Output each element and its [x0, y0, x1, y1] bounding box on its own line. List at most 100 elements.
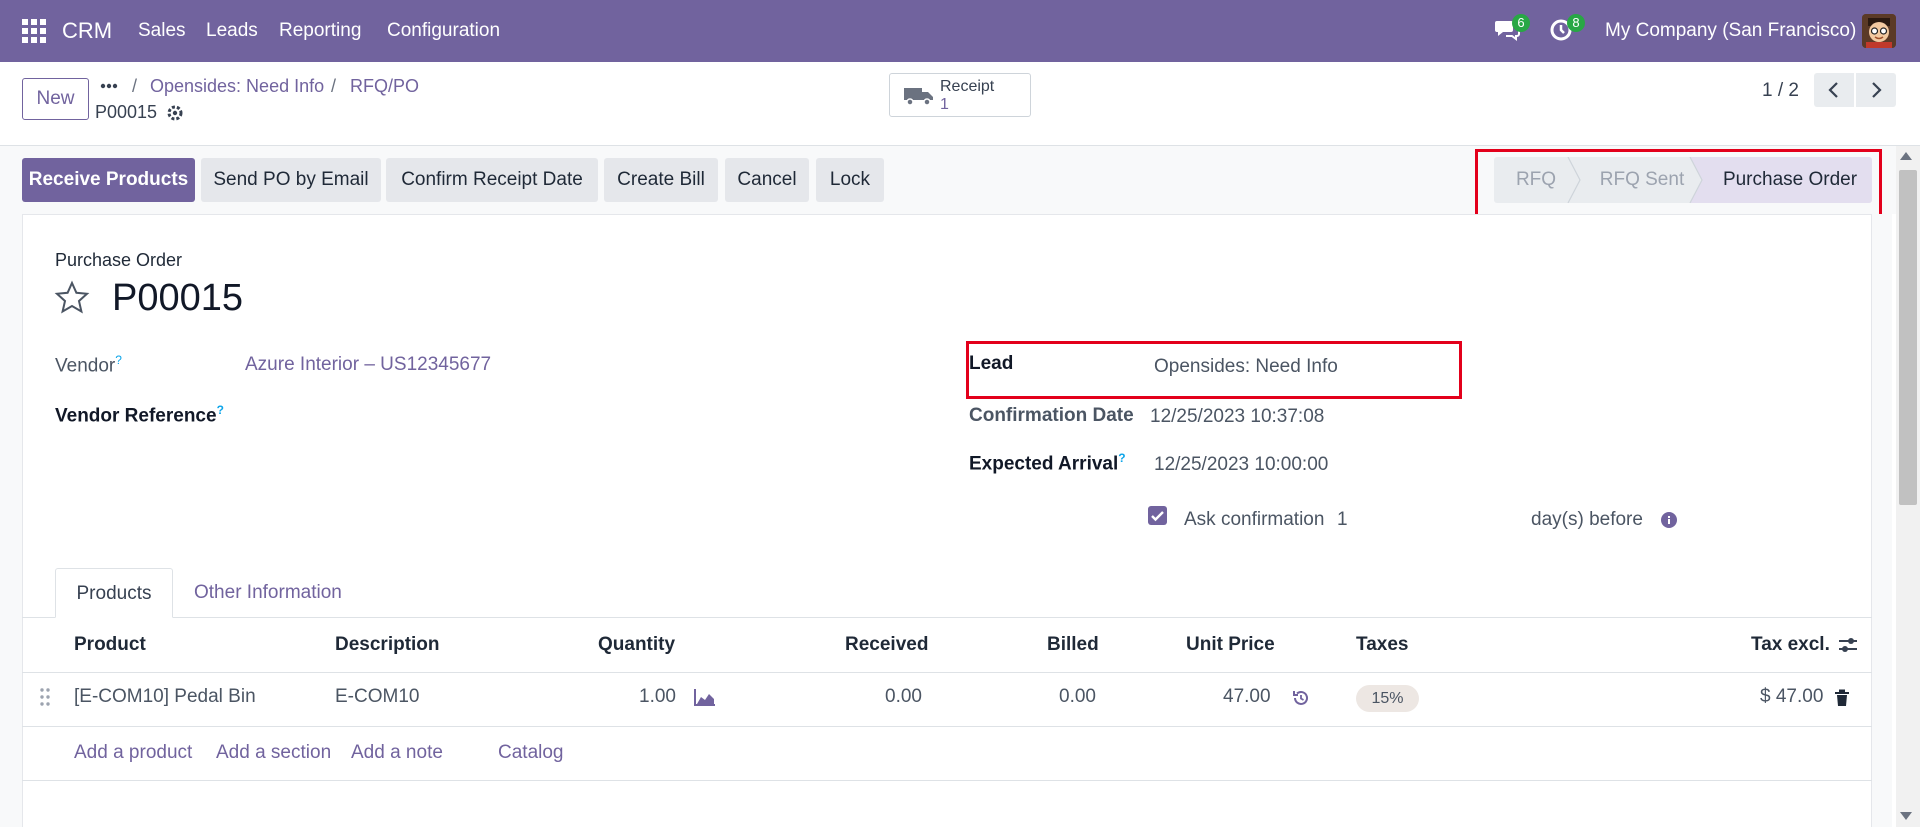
- status-highlight-box: [1475, 149, 1882, 217]
- tax-tag[interactable]: 15%: [1356, 685, 1419, 712]
- cell-billed[interactable]: 0.00: [1059, 686, 1096, 708]
- gear-icon: [167, 105, 183, 121]
- user-avatar-icon: [1862, 14, 1896, 48]
- pager-previous-button[interactable]: [1814, 73, 1854, 107]
- confirmation-date-label: Confirmation Date: [969, 405, 1134, 426]
- new-button[interactable]: New: [22, 78, 89, 120]
- row-drag-handle[interactable]: [39, 687, 51, 707]
- ellipsis-icon: [100, 83, 118, 89]
- vendor-help-icon[interactable]: ?: [115, 353, 122, 367]
- form-type-label: Purchase Order: [55, 250, 183, 270]
- column-product[interactable]: Product: [74, 634, 146, 656]
- column-taxes[interactable]: Taxes: [1356, 634, 1408, 656]
- activities-button[interactable]: 8: [1549, 14, 1587, 46]
- receipt-smart-button[interactable]: Receipt 1: [889, 73, 1031, 117]
- receive-products-button[interactable]: Receive Products: [22, 158, 195, 202]
- menu-configuration[interactable]: Configuration: [387, 0, 500, 62]
- pager-value[interactable]: 1 / 2: [1762, 80, 1799, 102]
- reminder-days-input[interactable]: 1: [1337, 509, 1348, 531]
- priority-star-button[interactable]: [54, 280, 90, 316]
- confirmation-date-field[interactable]: 12/25/2023 10:37:08: [1150, 406, 1324, 428]
- column-unit-price[interactable]: Unit Price: [1186, 634, 1275, 656]
- cell-unit-price[interactable]: 47.00: [1223, 686, 1271, 708]
- reminder-info-button[interactable]: [1661, 512, 1677, 528]
- menu-leads[interactable]: Leads: [206, 0, 258, 62]
- table-footer-border: [22, 780, 1872, 781]
- expected-arrival-help-icon[interactable]: ?: [1118, 451, 1125, 465]
- info-icon: [1661, 512, 1677, 528]
- scroll-up-arrow[interactable]: [1900, 152, 1912, 160]
- lock-button[interactable]: Lock: [816, 158, 884, 202]
- top-navbar: CRM Sales Leads Reporting Configuration …: [0, 0, 1920, 62]
- history-icon: [1293, 690, 1308, 705]
- pager-next-button[interactable]: [1856, 73, 1896, 107]
- receipt-count: 1: [940, 96, 949, 113]
- area-chart-icon: [694, 689, 715, 706]
- record-name: P00015: [95, 102, 158, 122]
- reset-price-button[interactable]: [1292, 689, 1310, 707]
- app-name[interactable]: CRM: [62, 0, 112, 62]
- company-switcher[interactable]: My Company (San Francisco): [1605, 0, 1856, 62]
- menu-sales[interactable]: Sales: [138, 0, 186, 62]
- vendor-reference-help-icon[interactable]: ?: [217, 403, 224, 417]
- messages-button[interactable]: 6: [1494, 14, 1532, 46]
- cell-subtotal: $ 47.00: [1760, 686, 1824, 707]
- tabs-border: [22, 617, 1872, 618]
- expected-arrival-field[interactable]: 12/25/2023 10:00:00: [1154, 454, 1328, 476]
- sliders-icon: [1839, 638, 1857, 652]
- cell-product[interactable]: [E-COM10] Pedal Bin: [74, 686, 256, 708]
- breadcrumb-more-button[interactable]: [98, 74, 120, 98]
- scroll-down-arrow[interactable]: [1900, 812, 1912, 820]
- vendor-label: Vendor?: [55, 353, 122, 377]
- delete-row-button[interactable]: [1834, 689, 1850, 707]
- cancel-button[interactable]: Cancel: [725, 158, 809, 202]
- add-product-link[interactable]: Add a product: [74, 742, 192, 764]
- apps-menu-icon[interactable]: [22, 19, 46, 43]
- column-quantity[interactable]: Quantity: [598, 634, 675, 656]
- confirm-receipt-date-button[interactable]: Confirm Receipt Date: [386, 158, 598, 202]
- catalog-link[interactable]: Catalog: [498, 742, 564, 764]
- add-note-link[interactable]: Add a note: [351, 742, 443, 764]
- tab-products[interactable]: Products: [55, 568, 173, 618]
- create-bill-button[interactable]: Create Bill: [604, 158, 718, 202]
- drag-handle-icon: [40, 688, 50, 706]
- ask-confirmation-checkbox[interactable]: [1148, 506, 1167, 525]
- ask-confirmation-label: Ask confirmation: [1184, 509, 1325, 530]
- receipt-label: Receipt: [940, 78, 995, 95]
- scrollbar-thumb[interactable]: [1899, 170, 1917, 505]
- table-row[interactable]: [22, 673, 1872, 726]
- breadcrumb-rfq-po[interactable]: RFQ/PO: [350, 74, 419, 98]
- messages-count-badge: 6: [1512, 14, 1530, 32]
- star-icon: [54, 280, 90, 314]
- days-before-label: day(s) before: [1531, 509, 1643, 530]
- tab-other-information[interactable]: Other Information: [194, 582, 342, 604]
- vendor-reference-label: Vendor Reference?: [55, 403, 224, 427]
- lead-highlight-box: [966, 341, 1462, 399]
- menu-reporting[interactable]: Reporting: [279, 0, 361, 62]
- expected-arrival-label: Expected Arrival?: [969, 451, 1126, 475]
- vendor-reference-input[interactable]: [245, 396, 885, 428]
- user-avatar[interactable]: [1862, 14, 1896, 48]
- add-section-link[interactable]: Add a section: [216, 742, 331, 764]
- cell-received[interactable]: 0.00: [885, 686, 922, 708]
- row-border: [22, 726, 1872, 727]
- forecast-chart-button[interactable]: [694, 688, 716, 706]
- truck-icon: [904, 88, 933, 106]
- send-po-email-button[interactable]: Send PO by Email: [201, 158, 381, 202]
- trash-icon: [1835, 689, 1849, 706]
- column-billed[interactable]: Billed: [1047, 634, 1099, 656]
- column-description[interactable]: Description: [335, 634, 440, 656]
- vendor-field[interactable]: Azure Interior – US12345677: [245, 354, 491, 376]
- optional-columns-toggle[interactable]: [1838, 636, 1858, 654]
- chevron-right-icon: [1872, 82, 1882, 98]
- cell-quantity[interactable]: 1.00: [639, 686, 676, 708]
- cell-description[interactable]: E-COM10: [335, 686, 419, 708]
- column-tax-excl[interactable]: Tax excl.: [1751, 634, 1830, 656]
- activities-count-badge: 8: [1567, 14, 1585, 32]
- chevron-left-icon: [1828, 82, 1838, 98]
- check-icon: [1151, 511, 1164, 522]
- breadcrumb-opportunity[interactable]: Opensides: Need Info: [150, 74, 324, 98]
- record-settings-button[interactable]: [166, 104, 184, 122]
- record-title: P00015: [112, 277, 244, 319]
- column-received[interactable]: Received: [845, 634, 928, 656]
